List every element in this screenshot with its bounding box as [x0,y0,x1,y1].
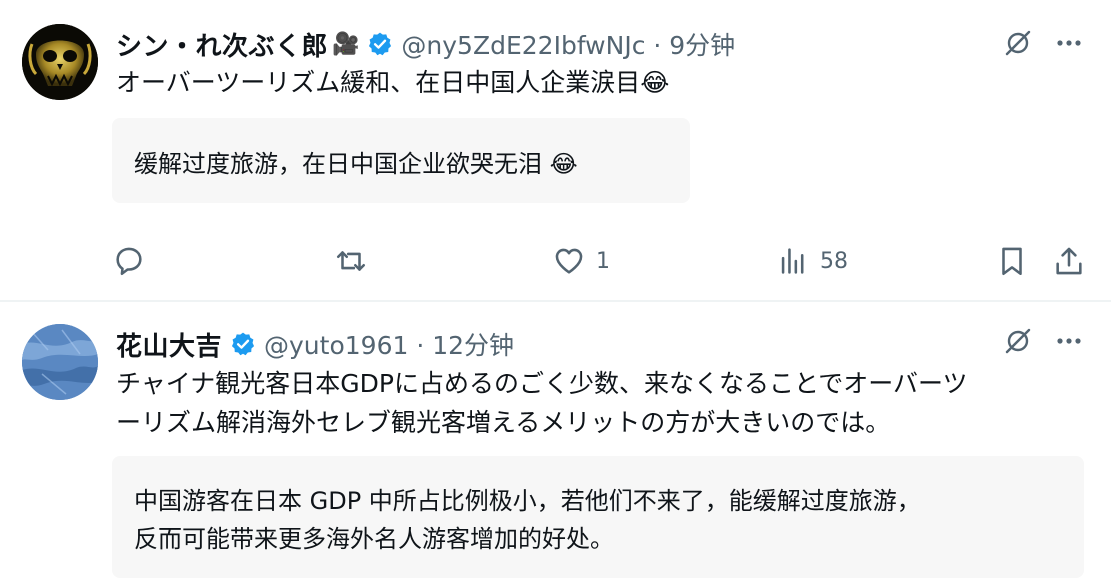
more-options-icon[interactable] [1055,29,1083,57]
bookmark-button[interactable] [995,244,1029,278]
views-icon [781,248,804,274]
like-count: 1 [596,248,610,274]
translation-text: 缓解过度旅游，在日中国企业欲哭无泪 😂 [134,150,578,178]
like-icon [555,248,583,274]
tweet-text-line: チャイナ観光客日本GDPに占めるのごく少数、来なくなることでオーバーツ [116,369,968,398]
reply-button[interactable] [112,244,156,278]
skull-avatar-image [22,24,98,100]
action-bar: 1 58 [112,244,1087,278]
tweet-feed: シン・れ次ぶく郎 🎥 @ny5ZdE22IbfwNJc · 9分钟 オーバーツー… [0,0,1111,583]
tweet-text-line: ーリズム解消海外セレブ観光客増えるメリットの方が大きいのでは。 [116,408,891,437]
reply-icon [116,247,142,276]
tweet-header: シン・れ次ぶく郎 🎥 @ny5ZdE22IbfwNJc · 9分钟 [116,24,735,64]
translation-text-line: 中国游客在日本 GDP 中所占比例极小，若他们不来了，能缓解过度旅游， [134,487,921,515]
translation-text-line: 反而可能带来更多海外名人游客增加的好处。 [134,525,614,553]
grok-icon[interactable] [1003,326,1033,356]
translation-box: 中国游客在日本 GDP 中所占比例极小，若他们不来了，能缓解过度旅游， 反而可能… [112,456,1084,578]
share-button[interactable] [1052,244,1086,278]
retweet-button[interactable] [334,244,378,278]
display-name[interactable]: 花山大吉 [116,326,222,363]
verified-badge-icon [230,331,256,357]
tweet-top-actions [1003,28,1083,58]
like-button[interactable]: 1 [552,244,610,278]
camera-emoji-icon: 🎥 [332,31,360,57]
tweet-text: チャイナ観光客日本GDPに占めるのごく少数、来なくなることでオーバーツ ーリズム… [116,364,967,442]
avatar[interactable] [22,24,98,100]
tweet-text: オーバーツーリズム緩和、在日中国人企業涙目😂 [116,68,670,97]
bookmark-icon [1002,247,1022,276]
tweet-header: 花山大吉 @yuto1961 · 12分钟 [116,324,514,364]
views-button[interactable]: 58 [776,244,848,278]
more-options-icon[interactable] [1055,327,1083,355]
grok-icon[interactable] [1003,28,1033,58]
tweet-1[interactable]: シン・れ次ぶく郎 🎥 @ny5ZdE22IbfwNJc · 9分钟 オーバーツー… [0,0,1111,300]
handle-and-time[interactable]: @ny5ZdE22IbfwNJc · 9分钟 [401,26,735,62]
stone-avatar-image [22,324,98,400]
avatar[interactable] [22,324,98,400]
retweet-icon [336,251,366,271]
share-icon [1056,247,1082,275]
display-name[interactable]: シン・れ次ぶく郎 [116,26,328,63]
tweet-top-actions [1003,326,1083,356]
views-count: 58 [820,248,848,274]
handle-and-time[interactable]: @yuto1961 · 12分钟 [264,326,514,362]
verified-badge-icon [367,31,393,57]
translation-box: 缓解过度旅游，在日中国企业欲哭无泪 😂 [112,118,690,203]
